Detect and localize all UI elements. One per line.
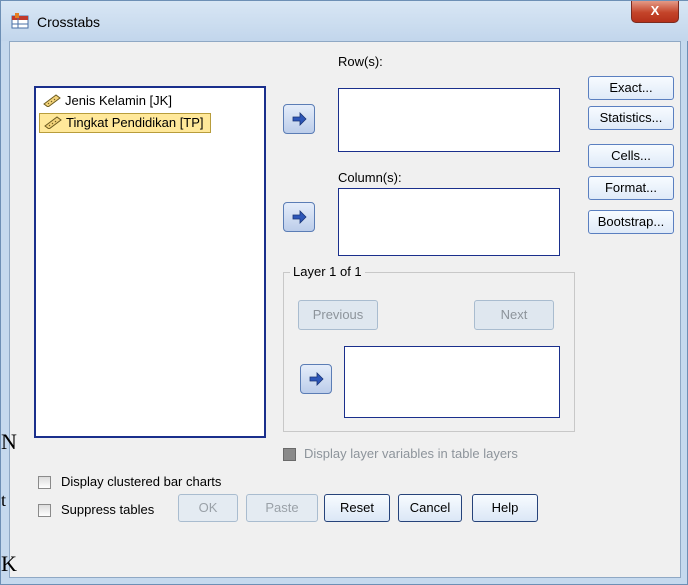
crosstabs-table-icon [11, 13, 29, 29]
crosstabs-dialog: Crosstabs X Jenis Kelamin [JK] Tingkat P… [0, 0, 688, 585]
move-to-columns-button[interactable] [283, 202, 315, 232]
list-item-label: Jenis Kelamin [JK] [65, 93, 172, 108]
move-to-rows-button[interactable] [283, 104, 315, 134]
right-arrow-icon [292, 210, 307, 224]
suppress-tables-checkbox[interactable] [38, 504, 51, 517]
rows-label: Row(s): [338, 54, 383, 69]
list-item[interactable]: Jenis Kelamin [JK] [39, 91, 178, 111]
clustered-bar-checkbox[interactable] [38, 476, 51, 489]
close-button[interactable]: X [631, 1, 679, 23]
bootstrap-button[interactable]: Bootstrap... [588, 210, 674, 234]
format-button[interactable]: Format... [588, 176, 674, 200]
window-title: Crosstabs [37, 14, 101, 30]
right-arrow-icon [309, 372, 324, 386]
layer-target-list[interactable] [344, 346, 560, 418]
ok-button[interactable]: OK [178, 494, 238, 522]
title-bar[interactable]: Crosstabs X [1, 1, 688, 41]
columns-target-list[interactable] [338, 188, 560, 256]
next-button[interactable]: Next [474, 300, 554, 330]
right-arrow-icon [292, 112, 307, 126]
previous-button[interactable]: Previous [298, 300, 378, 330]
layer-title: Layer 1 of 1 [290, 264, 365, 279]
clustered-bar-label: Display clustered bar charts [61, 474, 222, 489]
display-layer-label: Display layer variables in table layers [304, 446, 518, 461]
cells-button[interactable]: Cells... [588, 144, 674, 168]
scale-ruler-icon [44, 116, 62, 129]
source-variable-list[interactable]: Jenis Kelamin [JK] Tingkat Pendidikan [T… [34, 86, 266, 438]
reset-button[interactable]: Reset [324, 494, 390, 522]
background-text-k: K [1, 551, 17, 576]
columns-label: Column(s): [338, 170, 402, 185]
dialog-body: Jenis Kelamin [JK] Tingkat Pendidikan [T… [9, 41, 681, 578]
exact-button[interactable]: Exact... [588, 76, 674, 100]
display-layer-checkbox[interactable] [283, 448, 296, 461]
cancel-button[interactable]: Cancel [398, 494, 462, 522]
background-text-n: N [1, 429, 17, 454]
list-item-selected[interactable]: Tingkat Pendidikan [TP] [39, 113, 211, 133]
statistics-button[interactable]: Statistics... [588, 106, 674, 130]
rows-target-list[interactable] [338, 88, 560, 152]
paste-button[interactable]: Paste [246, 494, 318, 522]
list-item-label: Tingkat Pendidikan [TP] [66, 115, 204, 130]
help-button[interactable]: Help [472, 494, 538, 522]
scale-ruler-icon [43, 94, 61, 107]
background-text-t: t [1, 490, 7, 510]
move-to-layer-button[interactable] [300, 364, 332, 394]
suppress-tables-label: Suppress tables [61, 502, 155, 517]
